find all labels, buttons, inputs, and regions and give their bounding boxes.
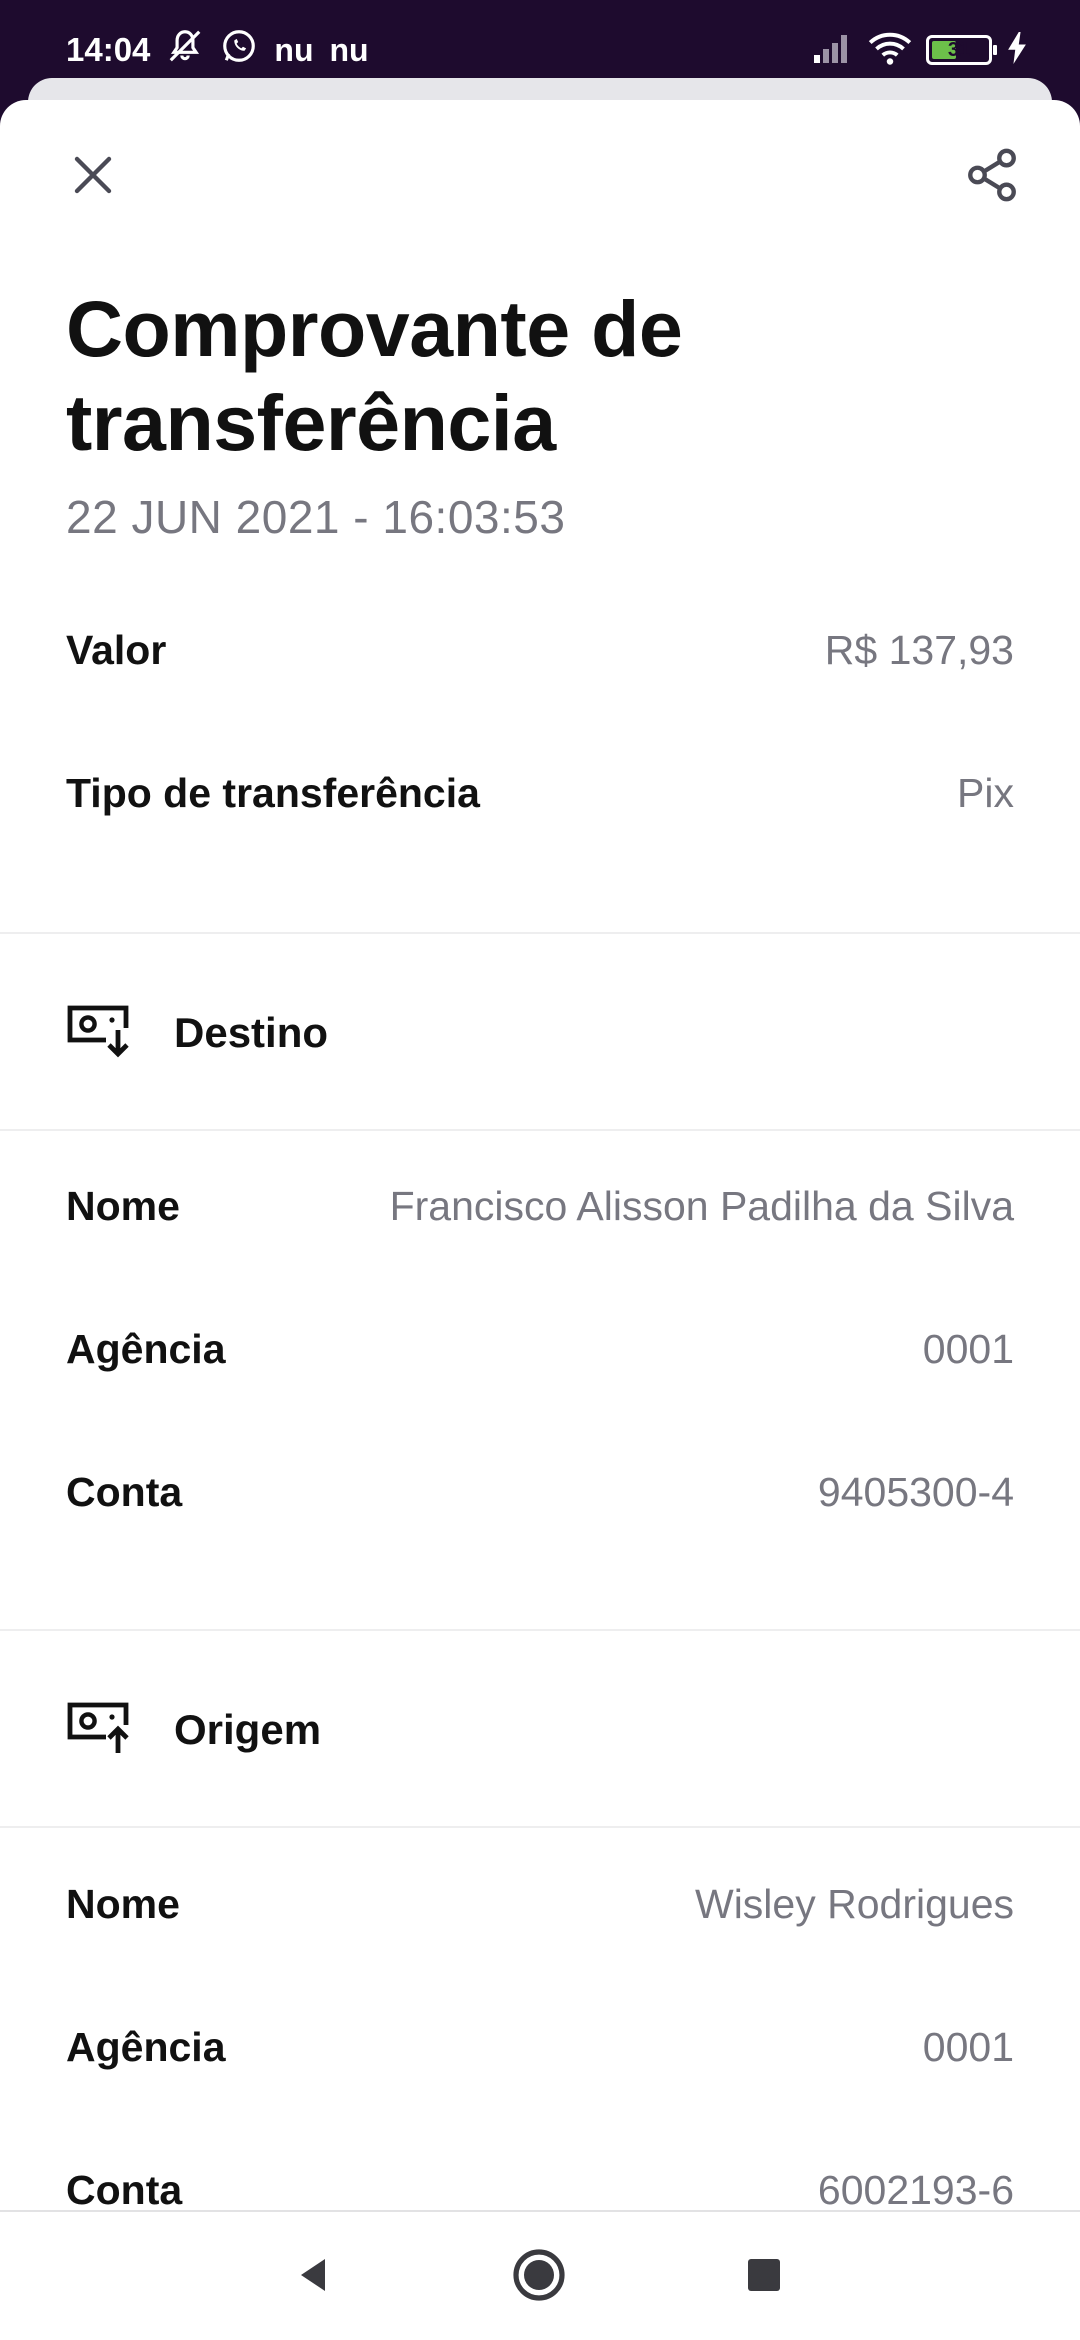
- origin-account-row: Conta 6002193-6: [66, 2150, 1014, 2211]
- close-icon: [69, 151, 117, 204]
- destination-agency-row: Agência 0001: [66, 1309, 1014, 1389]
- home-button[interactable]: [504, 2242, 574, 2312]
- nu-icon: nu: [274, 31, 314, 68]
- destination-account-value: 9405300-4: [817, 1468, 1014, 1515]
- amount-label: Valor: [66, 626, 167, 673]
- origin-agency-row: Agência 0001: [66, 2007, 1014, 2087]
- origin-section-header: Origem: [66, 1690, 321, 1770]
- origin-name-label: Nome: [66, 1880, 180, 1927]
- signal-icon: [812, 31, 854, 70]
- charging-icon: [1006, 31, 1028, 69]
- recents-icon: [746, 2257, 782, 2298]
- share-icon: [963, 146, 1021, 209]
- destination-section-header: Destino: [66, 993, 328, 1073]
- amount-row: Valor R$ 137,93: [66, 610, 1014, 690]
- origin-account-label: Conta: [66, 2166, 183, 2211]
- transfer-date: 22 JUN 2021 - 16:03:53: [66, 491, 566, 543]
- origin-name-row: Nome Wisley Rodrigues: [66, 1864, 1014, 1944]
- destination-name-row: Nome Francisco Alisson Padilha da Silva: [66, 1166, 1014, 1246]
- send-money-icon: [66, 1701, 130, 1760]
- destination-name-label: Nome: [66, 1182, 180, 1229]
- close-button[interactable]: [53, 137, 133, 217]
- navigation-bar: [0, 2210, 1080, 2340]
- home-icon: [511, 2247, 567, 2308]
- origin-section-label: Origem: [174, 1706, 322, 1753]
- mute-icon: [166, 27, 204, 73]
- destination-account-label: Conta: [66, 1468, 183, 1515]
- divider: [0, 1629, 1080, 1631]
- divider: [0, 1826, 1080, 1828]
- status-left: 14:04 nu nu: [66, 26, 369, 74]
- recents-button[interactable]: [729, 2242, 799, 2312]
- destination-account-row: Conta 9405300-4: [66, 1452, 1014, 1532]
- transfer-type-label: Tipo de transferência: [66, 769, 480, 816]
- wifi-icon: [868, 30, 912, 71]
- status-right: 31: [812, 26, 1028, 74]
- back-icon: [293, 2255, 333, 2300]
- origin-name-value: Wisley Rodrigues: [695, 1880, 1014, 1927]
- destination-section-label: Destino: [174, 1009, 329, 1056]
- receipt-sheet: Comprovante de transferência 22 JUN 2021…: [0, 100, 1080, 2210]
- destination-agency-value: 0001: [922, 1325, 1014, 1372]
- amount-value: R$ 137,93: [824, 626, 1014, 673]
- battery-level: 31: [947, 38, 971, 61]
- origin-agency-value: 0001: [922, 2023, 1014, 2070]
- destination-agency-label: Agência: [66, 1325, 226, 1372]
- back-button[interactable]: [278, 2242, 348, 2312]
- receive-money-icon: [66, 1004, 130, 1063]
- divider: [0, 932, 1080, 934]
- whatsapp-icon: [220, 27, 258, 73]
- page-title: Comprovante de transferência: [66, 284, 683, 467]
- nu-icon: nu: [329, 31, 369, 68]
- share-button[interactable]: [952, 137, 1032, 217]
- status-time: 14:04: [66, 31, 151, 68]
- origin-agency-label: Agência: [66, 2023, 226, 2070]
- origin-account-value: 6002193-6: [817, 2166, 1014, 2211]
- transfer-type-value: Pix: [957, 769, 1014, 816]
- battery-icon: 31: [926, 35, 997, 65]
- divider: [0, 1129, 1080, 1131]
- transfer-type-row: Tipo de transferência Pix: [66, 753, 1014, 833]
- destination-name-value: Francisco Alisson Padilha da Silva: [389, 1182, 1014, 1229]
